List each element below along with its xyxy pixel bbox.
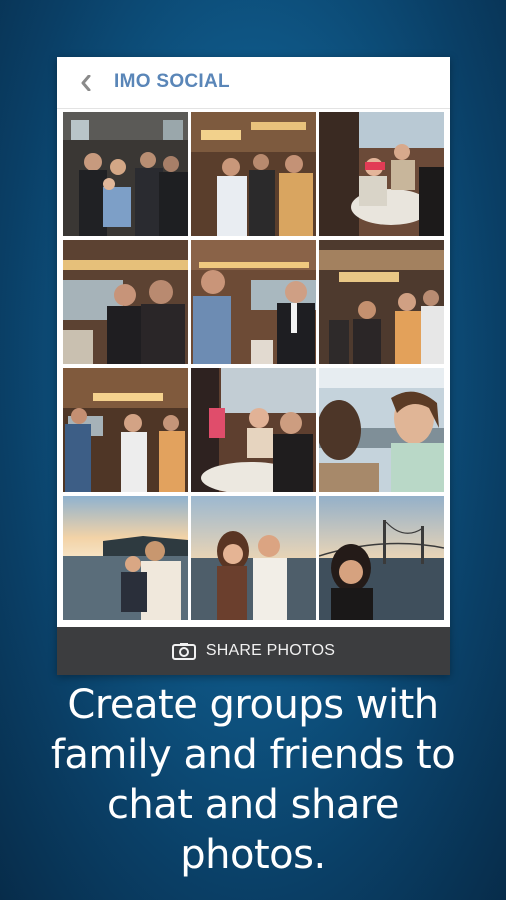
share-photos-label: SHARE PHOTOS: [205, 642, 336, 659]
photo-tile[interactable]: [319, 240, 444, 364]
photo-tile[interactable]: [319, 112, 444, 236]
page-title: IMO SOCIAL: [114, 71, 230, 92]
caption-line: chat and share: [106, 782, 400, 828]
photo-tile[interactable]: [319, 368, 444, 492]
photo-tile[interactable]: [191, 496, 316, 620]
photo-grid: [63, 112, 444, 624]
photo-tile[interactable]: [63, 496, 188, 620]
share-photos-button[interactable]: SHARE PHOTOS: [57, 627, 450, 675]
photo-tile[interactable]: [319, 496, 444, 620]
app-bar: IMO SOCIAL: [57, 57, 450, 109]
screenshot-card: IMO SOCIAL SHARE PHOTOS: [57, 57, 450, 675]
photo-tile[interactable]: [63, 240, 188, 364]
back-button[interactable]: [75, 72, 97, 94]
promo-caption: Create groups with family and friends to…: [30, 680, 476, 880]
caption-line: photos.: [180, 832, 326, 878]
chevron-left-icon: [81, 75, 91, 91]
photo-tile[interactable]: [63, 368, 188, 492]
caption-line: Create groups with: [67, 682, 439, 728]
caption-line: family and friends to: [50, 732, 456, 778]
camera-icon: [171, 643, 196, 660]
photo-tile[interactable]: [191, 112, 316, 236]
photo-tile[interactable]: [191, 368, 316, 492]
photo-tile[interactable]: [63, 112, 188, 236]
photo-tile[interactable]: [191, 240, 316, 364]
